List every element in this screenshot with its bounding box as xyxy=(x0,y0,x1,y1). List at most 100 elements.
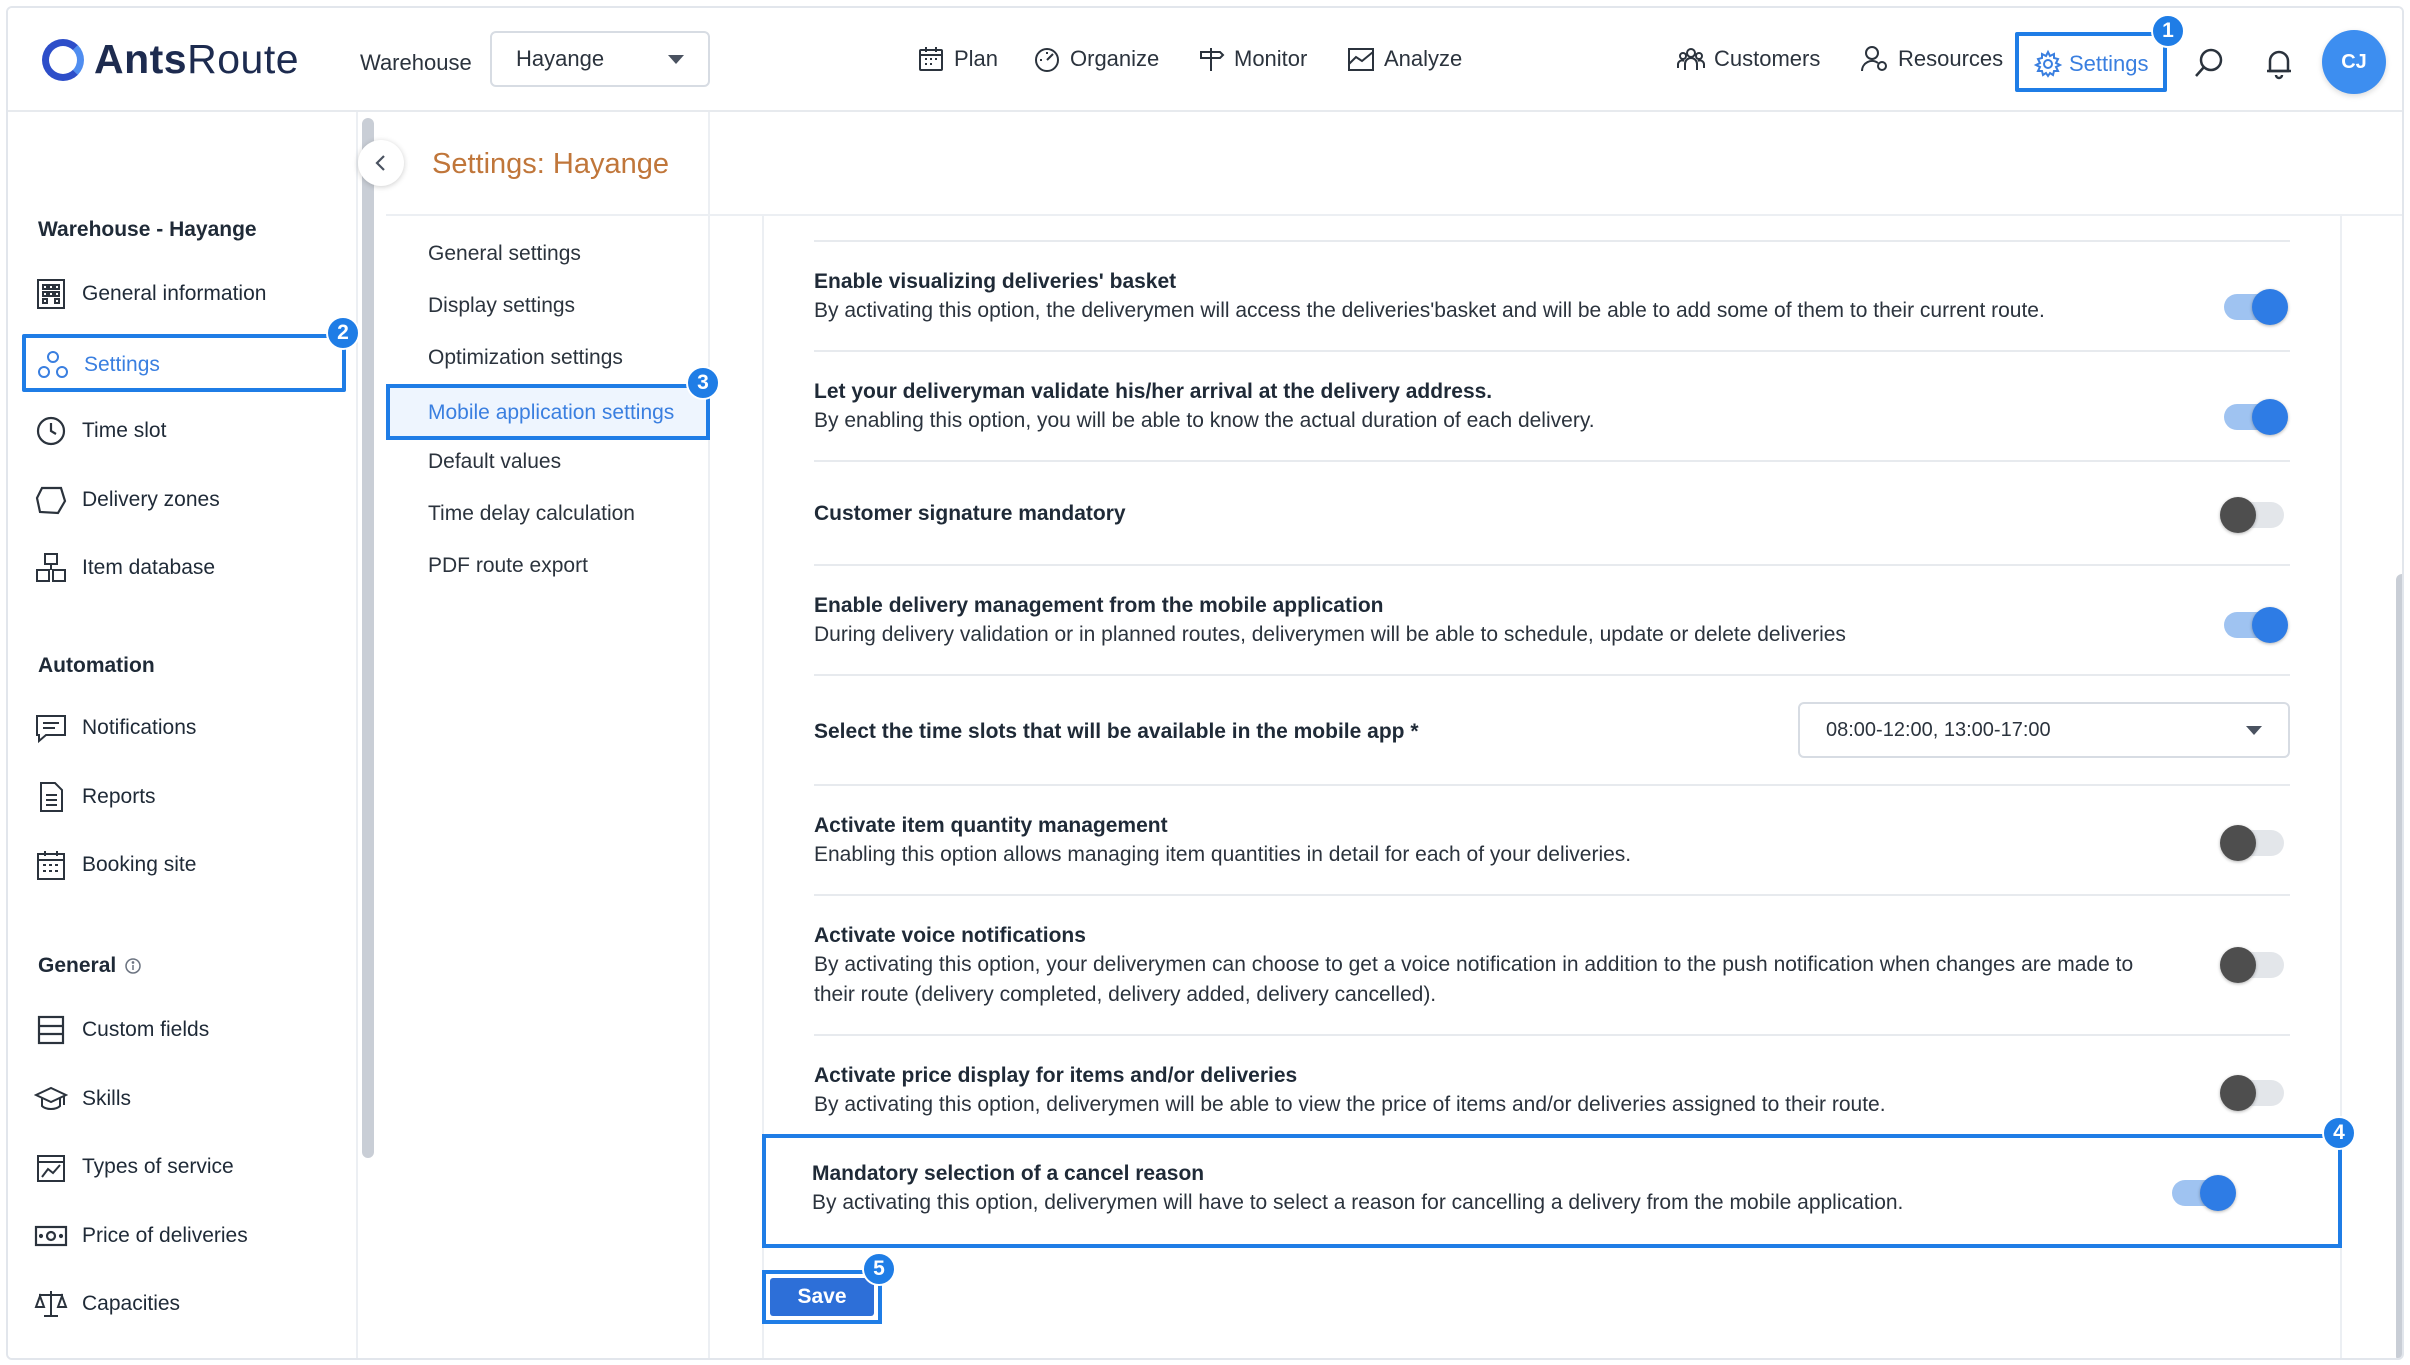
setting-row-item-quantity: Activate item quantity management Enabli… xyxy=(814,786,2290,896)
time-slots-select[interactable]: 08:00-12:00, 13:00-17:00 xyxy=(1798,702,2290,758)
fields-icon xyxy=(37,1015,65,1045)
sidebar-item-label: Item database xyxy=(82,556,216,579)
info-icon[interactable] xyxy=(124,957,142,975)
left-sidebar: Warehouse - Hayange General information … xyxy=(8,112,358,1358)
setting-title: Activate voice notifications xyxy=(814,924,1086,947)
submenu-pdf-route-export[interactable]: PDF route export xyxy=(428,554,588,578)
sidebar-item-label: Types of service xyxy=(82,1155,234,1178)
toggle-cancel-reason[interactable] xyxy=(2172,1175,2236,1211)
toggle-validate-arrival[interactable] xyxy=(2224,399,2288,435)
toggle-item-quantity[interactable] xyxy=(2220,825,2284,861)
toggle-price-display[interactable] xyxy=(2220,1075,2284,1111)
sidebar-item-item-database[interactable]: Item database xyxy=(34,548,215,588)
save-button-highlight: Save 5 xyxy=(762,1252,896,1324)
setting-description: By enabling this option, you will be abl… xyxy=(814,409,1595,432)
sidebar-scrollbar[interactable] xyxy=(362,118,374,1158)
submenu-mobile-application-settings[interactable]: Mobile application settings 3 xyxy=(386,366,720,440)
sidebar-item-skills[interactable]: Skills xyxy=(34,1079,131,1119)
zone-icon xyxy=(35,486,67,515)
setting-row-cancel-reason-inner: Mandatory selection of a cancel reason B… xyxy=(812,1138,2288,1244)
search-icon[interactable] xyxy=(2192,46,2226,80)
sidebar-item-label: Time slot xyxy=(82,419,167,442)
toggle-delivery-management[interactable] xyxy=(2224,607,2288,643)
sidebar-item-custom-fields[interactable]: Custom fields xyxy=(34,1010,209,1050)
setting-title: Activate item quantity management xyxy=(814,814,1168,837)
report-icon xyxy=(40,782,63,812)
submenu-general-settings[interactable]: General settings xyxy=(428,242,581,266)
nav-organize[interactable]: Organize xyxy=(1032,44,1159,74)
nav-resources-label: Resources xyxy=(1898,46,2004,71)
customers-icon xyxy=(1677,48,1705,70)
sidebar-section-automation: Automation xyxy=(38,654,155,677)
building-icon xyxy=(37,279,65,309)
save-button[interactable]: Save xyxy=(770,1278,874,1316)
sidebar-section-general: General xyxy=(38,954,142,978)
sidebar-item-notifications[interactable]: Notifications xyxy=(34,708,196,748)
setting-description: By activating this option, deliverymen w… xyxy=(814,1093,1886,1116)
sidebar-item-booking-site[interactable]: Booking site xyxy=(34,845,196,885)
sidebar-item-delivery-zones[interactable]: Delivery zones xyxy=(34,480,220,520)
toggle-signature-mandatory[interactable] xyxy=(2220,497,2284,533)
step-badge-1: 1 xyxy=(2151,14,2185,48)
sidebar-section-warehouse: Warehouse - Hayange xyxy=(38,218,257,241)
setting-title: Customer signature mandatory xyxy=(814,502,1126,525)
setting-title: Let your deliveryman validate his/her ar… xyxy=(814,380,1493,403)
settings-content: Enable visualizing deliveries' basket By… xyxy=(762,216,2356,1358)
sidebar-item-types-of-service[interactable]: Types of service xyxy=(34,1147,234,1187)
main-scrollbar[interactable] xyxy=(2396,574,2402,1358)
logo-icon xyxy=(42,38,84,81)
submenu-time-delay-calculation[interactable]: Time delay calculation xyxy=(428,502,635,526)
toggle-voice-notifications[interactable] xyxy=(2220,947,2284,983)
nav-analyze-label: Analyze xyxy=(1384,46,1463,71)
warehouse-select[interactable]: Hayange xyxy=(490,31,710,87)
sidebar-item-label: Delivery zones xyxy=(82,488,220,511)
gauge-icon xyxy=(1035,48,1059,72)
nav-settings[interactable]: Settings 1 xyxy=(2015,14,2185,92)
step-badge-4: 4 xyxy=(2322,1116,2356,1150)
sidebar-item-price-of-deliveries[interactable]: Price of deliveries xyxy=(34,1216,248,1256)
setting-row-voice-notifications: Activate voice notifications By activati… xyxy=(814,896,2290,1036)
sidebar-item-general-information[interactable]: General information xyxy=(34,274,266,314)
nav-analyze[interactable]: Analyze xyxy=(1346,44,1462,74)
chevron-down-icon xyxy=(2246,725,2262,735)
gear-icon xyxy=(2033,49,2063,78)
nav-plan[interactable]: Plan xyxy=(916,44,998,74)
nav-monitor[interactable]: Monitor xyxy=(1196,44,1307,74)
calendar-icon xyxy=(919,47,943,71)
sidebar-item-capacities[interactable]: Capacities xyxy=(34,1284,180,1324)
setting-row-signature-mandatory: Customer signature mandatory xyxy=(814,462,2290,566)
sidebar-item-label: General information xyxy=(82,282,267,305)
setting-title: Mandatory selection of a cancel reason xyxy=(812,1162,1205,1185)
nav-resources[interactable]: Resources xyxy=(1860,44,2003,74)
settings-nodes-icon xyxy=(38,351,68,378)
step-badge-5: 5 xyxy=(862,1252,896,1286)
logo[interactable]: AntsRoute xyxy=(42,36,299,83)
toggle-deliveries-basket[interactable] xyxy=(2224,289,2288,325)
submenu-default-values[interactable]: Default values xyxy=(428,450,561,474)
setting-description: During delivery validation or in planned… xyxy=(814,623,1846,646)
service-icon xyxy=(37,1155,65,1182)
step-badge-3: 3 xyxy=(686,366,720,400)
sidebar-item-label: Reports xyxy=(82,785,156,808)
submenu-label: Mobile application settings xyxy=(428,401,675,424)
setting-description: Enabling this option allows managing ite… xyxy=(814,843,1632,866)
nav-organize-label: Organize xyxy=(1070,46,1160,71)
time-slots-select-value: 08:00-12:00, 13:00-17:00 xyxy=(1826,718,2051,741)
submenu-optimization-settings[interactable]: Optimization settings xyxy=(428,346,623,370)
sidebar-item-time-slot[interactable]: Time slot xyxy=(34,411,166,451)
sidebar-item-label: Custom fields xyxy=(82,1018,210,1041)
nav-customers[interactable]: Customers xyxy=(1676,44,1820,74)
chevron-down-icon xyxy=(668,54,684,64)
setting-row-validate-arrival: Let your deliveryman validate his/her ar… xyxy=(814,352,2290,462)
setting-title: Enable visualizing deliveries' basket xyxy=(814,270,1177,293)
sidebar-item-label: Price of deliveries xyxy=(82,1224,248,1247)
settings-row-top xyxy=(814,216,2290,242)
avatar[interactable]: CJ xyxy=(2322,30,2386,94)
submenu-display-settings[interactable]: Display settings xyxy=(428,294,575,318)
settings-submenu: General settings Display settings Optimi… xyxy=(386,112,710,1358)
bell-icon[interactable] xyxy=(2262,46,2296,80)
sidebar-item-settings[interactable]: Settings 2 xyxy=(22,316,360,392)
setting-row-price-display: Activate price display for items and/or … xyxy=(814,1036,2290,1140)
sidebar-item-label: Booking site xyxy=(82,853,197,876)
sidebar-item-reports[interactable]: Reports xyxy=(34,777,156,817)
